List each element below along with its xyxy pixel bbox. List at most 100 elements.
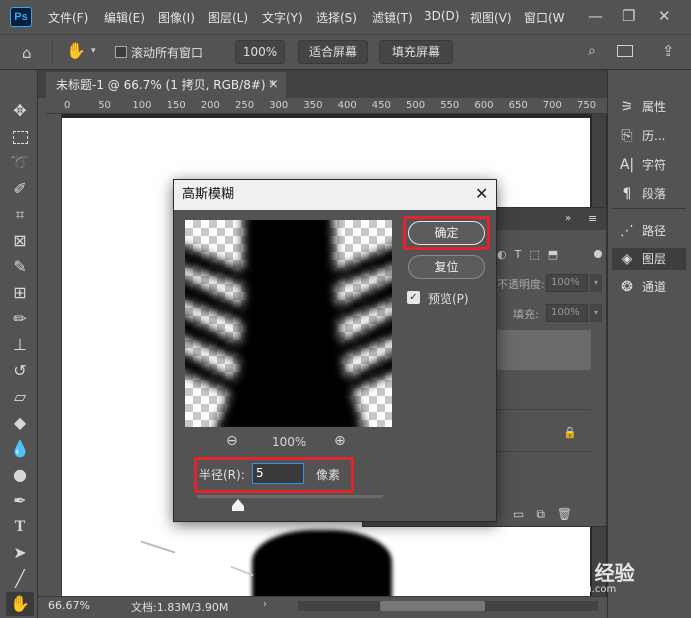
- fit-screen-button[interactable]: 适合屏幕: [298, 40, 368, 64]
- radius-slider-thumb[interactable]: [231, 499, 244, 511]
- status-arrow-icon[interactable]: ›: [263, 599, 267, 610]
- blur-tool-icon[interactable]: 💧: [10, 439, 30, 459]
- panel-item-layers[interactable]: ◈ 图层: [612, 248, 686, 270]
- panel-item-channels[interactable]: ❂ 通道: [612, 276, 686, 298]
- zoom-100-button[interactable]: 100%: [235, 40, 285, 64]
- watermark-sub: jingyan.baidu.com: [524, 584, 617, 595]
- ruler-tick-label: 50: [98, 100, 111, 111]
- panel-expand-icon[interactable]: »: [565, 213, 571, 224]
- crop-tool-icon[interactable]: ⌗: [10, 205, 30, 225]
- eyedropper-tool-icon[interactable]: ✎: [10, 257, 30, 277]
- hand-tool-active-icon[interactable]: ✋: [6, 592, 34, 616]
- filter-toggle-icon[interactable]: [594, 250, 602, 258]
- menu-item[interactable]: 滤镜(T): [372, 9, 413, 26]
- move-tool-icon[interactable]: ✥: [10, 101, 30, 121]
- frame-tool-icon[interactable]: ⊠: [10, 231, 30, 251]
- fill-dropdown-icon[interactable]: ▾: [590, 304, 602, 322]
- panel-item-history[interactable]: ⎘ 历...: [612, 125, 686, 147]
- menu-item[interactable]: 窗口(W: [524, 9, 565, 26]
- layer-actions-icons[interactable]: ▭⧉🗑: [513, 507, 584, 522]
- radius-slider-track[interactable]: [197, 495, 383, 498]
- line-tool-icon[interactable]: ╱: [10, 569, 30, 589]
- maximize-icon[interactable]: ❐: [622, 7, 635, 25]
- canvas-black-shape: [252, 530, 392, 596]
- workspace-icon[interactable]: [617, 45, 633, 57]
- dialog-title: 高斯模糊: [174, 180, 496, 210]
- ruler-vertical: [46, 114, 62, 596]
- hand-tool-icon[interactable]: ✋: [66, 41, 86, 60]
- search-icon[interactable]: ⌕: [588, 43, 596, 59]
- status-zoom[interactable]: 66.67%: [48, 599, 90, 612]
- close-window-icon[interactable]: ✕: [658, 7, 671, 25]
- dialog-close-icon[interactable]: ✕: [475, 184, 488, 203]
- horizontal-scrollbar-thumb[interactable]: [380, 601, 485, 611]
- stamp-tool-icon[interactable]: ⊥: [10, 335, 30, 355]
- ruler-tick-label: 0: [64, 100, 71, 111]
- panel-item-properties[interactable]: ⚞ 属性: [612, 96, 686, 118]
- preview-checkbox[interactable]: ✓: [407, 291, 420, 304]
- radius-input[interactable]: 5: [252, 463, 304, 484]
- layer-row[interactable]: [497, 410, 591, 452]
- menu-item[interactable]: 文字(Y): [262, 9, 303, 26]
- layers-icon: ◈: [621, 251, 633, 267]
- menu-item[interactable]: 选择(S): [316, 9, 357, 26]
- paths-icon: ⋰: [620, 223, 634, 239]
- blur-preview[interactable]: [185, 220, 392, 427]
- panel-item-label: 字符: [642, 158, 667, 172]
- close-tab-icon[interactable]: ×: [268, 77, 279, 92]
- reset-button[interactable]: 复位: [408, 255, 485, 279]
- document-tab-title: 未标题-1 @ 66.7% (1 拷贝, RGB/8#) *: [56, 78, 276, 92]
- opacity-input[interactable]: 100%: [546, 274, 588, 292]
- paint-bucket-tool-icon[interactable]: ◆: [10, 413, 30, 433]
- layer-row[interactable]: [497, 370, 591, 410]
- history-brush-tool-icon[interactable]: ↺: [10, 361, 30, 381]
- panel-item-label: 通道: [642, 280, 667, 294]
- share-icon[interactable]: ⇪: [662, 42, 675, 60]
- layer-row-selected[interactable]: [497, 330, 591, 370]
- quick-select-tool-icon[interactable]: ✐: [10, 179, 30, 199]
- menu-item[interactable]: 视图(V): [470, 9, 512, 26]
- home-icon[interactable]: ⌂: [22, 44, 32, 62]
- zoom-in-icon[interactable]: ⊕: [334, 433, 346, 449]
- minimize-icon[interactable]: —: [588, 7, 603, 25]
- watermark-text: Bai du 经验: [528, 563, 635, 585]
- panel-item-character[interactable]: A| 字符: [612, 154, 686, 176]
- scroll-all-label: 滚动所有窗口: [131, 46, 204, 60]
- divider: [612, 208, 686, 209]
- preview-zoom-level: 100%: [272, 435, 307, 449]
- photoshop-logo-icon: Ps: [10, 7, 32, 27]
- menu-item[interactable]: 图层(L): [208, 9, 248, 26]
- document-tab[interactable]: 未标题-1 @ 66.7% (1 拷贝, RGB/8#) *: [46, 72, 286, 98]
- scroll-all-checkbox[interactable]: [115, 46, 127, 58]
- brush-tool-icon[interactable]: ✏: [10, 309, 30, 329]
- menu-item[interactable]: 文件(F): [48, 9, 88, 26]
- pen-tool-icon[interactable]: ✒: [10, 491, 30, 511]
- dodge-tool-icon[interactable]: ●: [10, 465, 30, 485]
- ruler-tick-label: 300: [269, 100, 289, 111]
- panel-item-paragraph[interactable]: ¶ 段落: [612, 183, 686, 205]
- menu-item[interactable]: 3D(D): [424, 9, 459, 23]
- right-panel-dock: [607, 70, 691, 618]
- ok-button[interactable]: 确定: [408, 221, 485, 245]
- opacity-dropdown-icon[interactable]: ▾: [590, 274, 602, 292]
- healing-tool-icon[interactable]: ⊞: [10, 283, 30, 303]
- chevron-down-icon[interactable]: ▾: [91, 46, 96, 56]
- opacity-label: 不透明度:: [497, 278, 545, 291]
- panel-menu-icon[interactable]: ≡: [588, 212, 597, 225]
- zoom-out-icon[interactable]: ⊖: [226, 433, 238, 449]
- layer-filter-icons[interactable]: ◐T⬚⬒: [497, 248, 566, 261]
- channels-icon: ❂: [621, 279, 633, 295]
- path-select-tool-icon[interactable]: ➤: [10, 543, 30, 563]
- preview-label: 预览(P): [428, 292, 469, 306]
- eraser-tool-icon[interactable]: ▱: [10, 387, 30, 407]
- fill-screen-button[interactable]: 填充屏幕: [379, 40, 453, 64]
- marquee-tool-icon[interactable]: [10, 127, 30, 147]
- character-icon: A|: [619, 157, 635, 173]
- menu-item[interactable]: 编辑(E): [104, 9, 145, 26]
- menu-item[interactable]: 图像(I): [158, 9, 195, 26]
- panel-item-paths[interactable]: ⋰ 路径: [612, 220, 686, 242]
- fill-input[interactable]: 100%: [546, 304, 588, 322]
- lasso-tool-icon[interactable]: ➰: [10, 153, 30, 173]
- ruler-tick-label: 250: [235, 100, 255, 111]
- type-tool-icon[interactable]: T: [10, 517, 30, 537]
